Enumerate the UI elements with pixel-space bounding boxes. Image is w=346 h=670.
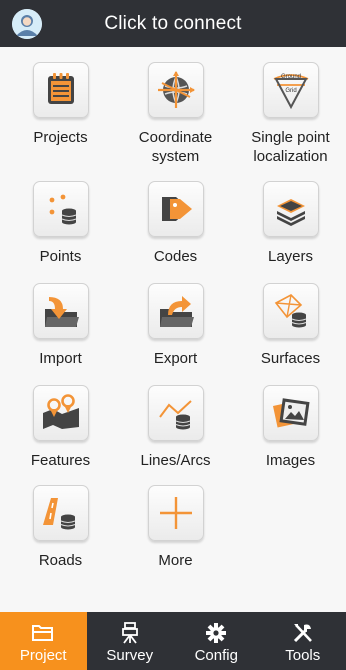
tools-icon [292,621,314,645]
tag-icon [147,181,204,237]
more-label: More [158,552,193,569]
import-label: Import [39,350,82,367]
more-tile[interactable]: More [118,485,233,570]
tab-survey[interactable]: Survey [87,612,174,670]
import-tile[interactable]: Import [3,283,118,368]
single-point-localization-tile[interactable]: Ground Grid Single point localization [233,62,346,166]
lines-arcs-tile[interactable]: Lines/Arcs [118,385,233,470]
ground-grid-icon: Ground Grid [262,62,319,118]
tab-config[interactable]: Config [173,612,260,670]
images-label: Images [265,452,316,469]
import-icon [32,283,89,339]
projects-icon [32,62,89,118]
single-point-localization-label: Single point localization [251,129,330,165]
tab-config-label: Config [194,647,238,664]
road-icon [32,485,89,541]
grid-text: Grid [285,88,296,94]
top-bar: Click to connect [0,0,346,47]
coordinate-system-tile[interactable]: Coordinate system [118,62,233,166]
tab-tools[interactable]: Tools [260,612,346,670]
tab-project[interactable]: Project [0,612,87,670]
bottom-tab-bar: Project Survey Config Tools [0,612,346,670]
features-tile[interactable]: Features [3,385,118,470]
images-tile[interactable]: Images [233,385,346,470]
codes-label: Codes [153,248,198,265]
export-icon [147,283,204,339]
projects-tile[interactable]: Projects [3,62,118,147]
image-icon [262,385,319,441]
features-label: Features [30,452,91,469]
globe-icon [147,62,204,118]
surface-icon [262,283,319,339]
tab-survey-label: Survey [106,647,154,664]
layers-icon [262,181,319,237]
points-label: Points [39,248,82,265]
surfaces-label: Surfaces [260,350,321,367]
map-pins-icon [32,385,89,441]
points-tile[interactable]: Points [3,181,118,266]
folder-icon [31,621,55,645]
roads-label: Roads [38,552,83,569]
points-icon [32,181,89,237]
connect-title[interactable]: Click to connect [0,13,346,35]
tab-tools-label: Tools [285,647,321,664]
layers-tile[interactable]: Layers [233,181,346,266]
ground-text: Ground [280,74,300,80]
project-menu-grid: Projects Coordinate system Ground Grid S… [0,47,346,612]
layers-label: Layers [267,248,314,265]
lines-arcs-label: Lines/Arcs [140,452,211,469]
tab-project-label: Project [19,647,67,664]
gear-icon [205,621,227,645]
user-avatar-icon[interactable] [12,9,42,39]
projects-label: Projects [33,129,88,146]
survey-instrument-icon [119,621,141,645]
roads-tile[interactable]: Roads [3,485,118,570]
export-tile[interactable]: Export [118,283,233,368]
polyline-icon [147,385,204,441]
coordinate-system-label: Coordinate system [138,129,213,165]
codes-tile[interactable]: Codes [118,181,233,266]
export-label: Export [153,350,198,367]
surfaces-tile[interactable]: Surfaces [233,283,346,368]
plus-icon [147,485,204,541]
